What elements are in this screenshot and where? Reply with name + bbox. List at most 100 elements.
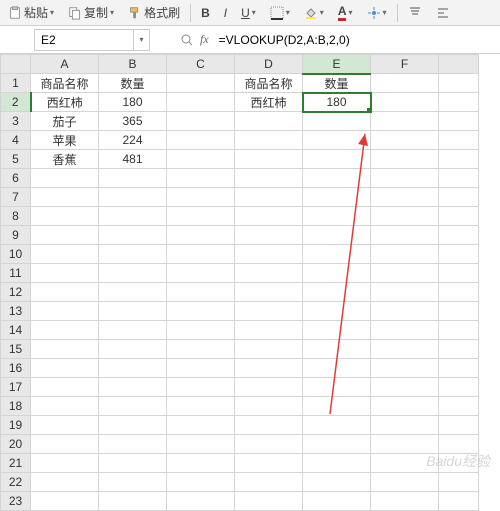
cell-A6[interactable] [31, 169, 99, 188]
row-header-17[interactable]: 17 [1, 378, 31, 397]
bold-button[interactable]: B [197, 4, 214, 22]
cell-extra[interactable] [439, 150, 479, 169]
formula-input[interactable] [215, 29, 500, 51]
cell-D18[interactable] [235, 397, 303, 416]
cell-D10[interactable] [235, 245, 303, 264]
cell-B7[interactable] [99, 188, 167, 207]
cell-C5[interactable] [167, 150, 235, 169]
cell-extra[interactable] [439, 188, 479, 207]
cell-F16[interactable] [371, 359, 439, 378]
cell-A9[interactable] [31, 226, 99, 245]
cell-A10[interactable] [31, 245, 99, 264]
fx-icon[interactable]: fx [200, 32, 209, 47]
cell-E11[interactable] [303, 264, 371, 283]
cell-C18[interactable] [167, 397, 235, 416]
cell-C6[interactable] [167, 169, 235, 188]
cell-C10[interactable] [167, 245, 235, 264]
cell-C22[interactable] [167, 473, 235, 492]
row-header-1[interactable]: 1 [1, 74, 31, 93]
cell-D13[interactable] [235, 302, 303, 321]
row-header-15[interactable]: 15 [1, 340, 31, 359]
cell-F14[interactable] [371, 321, 439, 340]
cell-E9[interactable] [303, 226, 371, 245]
cell-E20[interactable] [303, 435, 371, 454]
cell-B14[interactable] [99, 321, 167, 340]
cell-A3[interactable]: 茄子 [31, 112, 99, 131]
cell-E14[interactable] [303, 321, 371, 340]
cell-B11[interactable] [99, 264, 167, 283]
cell-E8[interactable] [303, 207, 371, 226]
cell-extra[interactable] [439, 245, 479, 264]
cell-C21[interactable] [167, 454, 235, 473]
row-header-2[interactable]: 2 [1, 93, 31, 112]
format-painter-button[interactable]: 格式刷 [124, 2, 184, 23]
cell-C17[interactable] [167, 378, 235, 397]
name-box-dropdown[interactable]: ▾ [134, 29, 150, 51]
cell-A20[interactable] [31, 435, 99, 454]
cell-E17[interactable] [303, 378, 371, 397]
cell-B15[interactable] [99, 340, 167, 359]
cell-F12[interactable] [371, 283, 439, 302]
cell-B23[interactable] [99, 492, 167, 511]
cell-C13[interactable] [167, 302, 235, 321]
cell-C16[interactable] [167, 359, 235, 378]
cell-A19[interactable] [31, 416, 99, 435]
cell-E7[interactable] [303, 188, 371, 207]
cell-C19[interactable] [167, 416, 235, 435]
cell-extra[interactable] [439, 321, 479, 340]
cell-E19[interactable] [303, 416, 371, 435]
cell-F8[interactable] [371, 207, 439, 226]
row-header-22[interactable]: 22 [1, 473, 31, 492]
italic-button[interactable]: I [220, 4, 231, 22]
row-header-21[interactable]: 21 [1, 454, 31, 473]
cell-E15[interactable] [303, 340, 371, 359]
column-header-F[interactable]: F [371, 55, 439, 74]
cell-D6[interactable] [235, 169, 303, 188]
cell-E22[interactable] [303, 473, 371, 492]
cell-E10[interactable] [303, 245, 371, 264]
cell-D22[interactable] [235, 473, 303, 492]
cell-C2[interactable] [167, 93, 235, 112]
cell-A8[interactable] [31, 207, 99, 226]
cell-F5[interactable] [371, 150, 439, 169]
cell-B20[interactable] [99, 435, 167, 454]
cell-E12[interactable] [303, 283, 371, 302]
cell-F2[interactable] [371, 93, 439, 112]
cell-E16[interactable] [303, 359, 371, 378]
paste-button[interactable]: 粘贴 ▾ [4, 2, 58, 23]
cell-C20[interactable] [167, 435, 235, 454]
cell-C1[interactable] [167, 74, 235, 93]
cell-D8[interactable] [235, 207, 303, 226]
cell-D14[interactable] [235, 321, 303, 340]
cell-D5[interactable] [235, 150, 303, 169]
cell-F20[interactable] [371, 435, 439, 454]
cell-B21[interactable] [99, 454, 167, 473]
cell-E4[interactable] [303, 131, 371, 150]
cell-B19[interactable] [99, 416, 167, 435]
row-header-23[interactable]: 23 [1, 492, 31, 511]
cell-F3[interactable] [371, 112, 439, 131]
cell-A14[interactable] [31, 321, 99, 340]
cell-B1[interactable]: 数量 [99, 74, 167, 93]
cell-D20[interactable] [235, 435, 303, 454]
cell-D4[interactable] [235, 131, 303, 150]
cell-extra[interactable] [439, 131, 479, 150]
cell-E18[interactable] [303, 397, 371, 416]
row-header-10[interactable]: 10 [1, 245, 31, 264]
column-header-A[interactable]: A [31, 55, 99, 74]
column-header-E[interactable]: E [303, 55, 371, 74]
underline-button[interactable]: U▾ [237, 4, 260, 22]
effects-button[interactable]: ▾ [363, 4, 391, 22]
cell-D7[interactable] [235, 188, 303, 207]
cell-extra[interactable] [439, 492, 479, 511]
fill-color-button[interactable]: ▾ [300, 4, 328, 22]
cell-A1[interactable]: 商品名称 [31, 74, 99, 93]
cell-extra[interactable] [439, 454, 479, 473]
cell-B12[interactable] [99, 283, 167, 302]
cell-D11[interactable] [235, 264, 303, 283]
row-header-7[interactable]: 7 [1, 188, 31, 207]
cell-E3[interactable] [303, 112, 371, 131]
row-header-6[interactable]: 6 [1, 169, 31, 188]
cell-F7[interactable] [371, 188, 439, 207]
cell-A2[interactable]: 西红柿 [31, 93, 99, 112]
